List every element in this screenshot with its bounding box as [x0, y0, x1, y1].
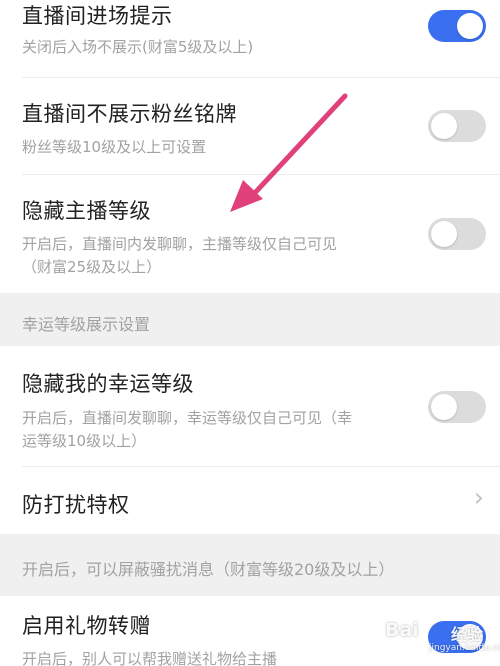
- lucky-section-header-label: 幸运等级展示设置: [22, 315, 151, 334]
- setting-entry-notice-desc: 关闭后入场不展示(财富5级及以上): [22, 38, 254, 56]
- setting-hide-fan-badge-title: 直播间不展示粉丝铭牌: [22, 102, 237, 126]
- hide-lucky-level-toggle[interactable]: [428, 391, 486, 423]
- toggle-knob: [431, 221, 457, 247]
- toggle-knob: [431, 113, 457, 139]
- anti-disturb-footer-text: 开启后，可以屏蔽骚扰消息（财富等级20级及以上）: [22, 560, 395, 579]
- setting-hide-host-level-title: 隐藏主播等级: [22, 199, 151, 223]
- toggle-knob: [431, 394, 457, 420]
- watermark-url: jingyan.baidu.com: [429, 643, 500, 653]
- setting-hide-fan-badge: 直播间不展示粉丝铭牌 粉丝等级10级及以上可设置: [0, 78, 500, 175]
- setting-anti-disturb[interactable]: 防打扰特权 ›: [0, 467, 500, 534]
- setting-entry-notice-title: 直播间进场提示: [22, 4, 173, 28]
- hide-host-level-toggle[interactable]: [428, 218, 486, 250]
- setting-anti-disturb-title: 防打扰特权: [22, 493, 130, 517]
- setting-hide-host-level-desc-line2: （财富25级及以上）: [22, 258, 162, 276]
- watermark-brand: Bai: [385, 619, 419, 641]
- setting-entry-notice: 直播间进场提示 关闭后入场不展示(财富5级及以上): [0, 0, 500, 78]
- settings-screen: 直播间进场提示 关闭后入场不展示(财富5级及以上) 直播间不展示粉丝铭牌 粉丝等…: [0, 0, 500, 666]
- setting-gift-transfer-title: 启用礼物转赠: [22, 614, 151, 638]
- chevron-right-icon: ›: [473, 483, 484, 513]
- setting-hide-lucky-level-title: 隐藏我的幸运等级: [22, 372, 194, 396]
- setting-gift-transfer-desc: 开启后，别人可以帮我赠送礼物给主播: [22, 650, 278, 666]
- lucky-section-header: 幸运等级展示设置: [0, 293, 500, 346]
- setting-hide-host-level-desc-line1: 开启后，直播间内发聊聊，主播等级仅自己可见: [22, 235, 338, 253]
- setting-hide-lucky-level-desc-line2: 运等级10级以上）: [22, 432, 147, 450]
- setting-hide-host-level: 隐藏主播等级 开启后，直播间内发聊聊，主播等级仅自己可见 （财富25级及以上）: [0, 175, 500, 293]
- entry-notice-toggle[interactable]: [428, 10, 486, 42]
- setting-hide-fan-badge-desc: 粉丝等级10级及以上可设置: [22, 138, 207, 156]
- toggle-knob: [457, 13, 483, 39]
- setting-hide-lucky-level-desc-line1: 开启后，直播间发聊聊，幸运等级仅自己可见（幸: [22, 409, 353, 427]
- anti-disturb-footer: 开启后，可以屏蔽骚扰消息（财富等级20级及以上）: [0, 534, 500, 596]
- watermark-sub: 经验: [451, 625, 484, 644]
- baidu-jingyan-watermark: Bai 经验 jingyan.baidu.com: [385, 617, 500, 657]
- setting-hide-lucky-level: 隐藏我的幸运等级 开启后，直播间发聊聊，幸运等级仅自己可见（幸 运等级10级以上…: [0, 346, 500, 467]
- hide-fan-badge-toggle[interactable]: [428, 110, 486, 142]
